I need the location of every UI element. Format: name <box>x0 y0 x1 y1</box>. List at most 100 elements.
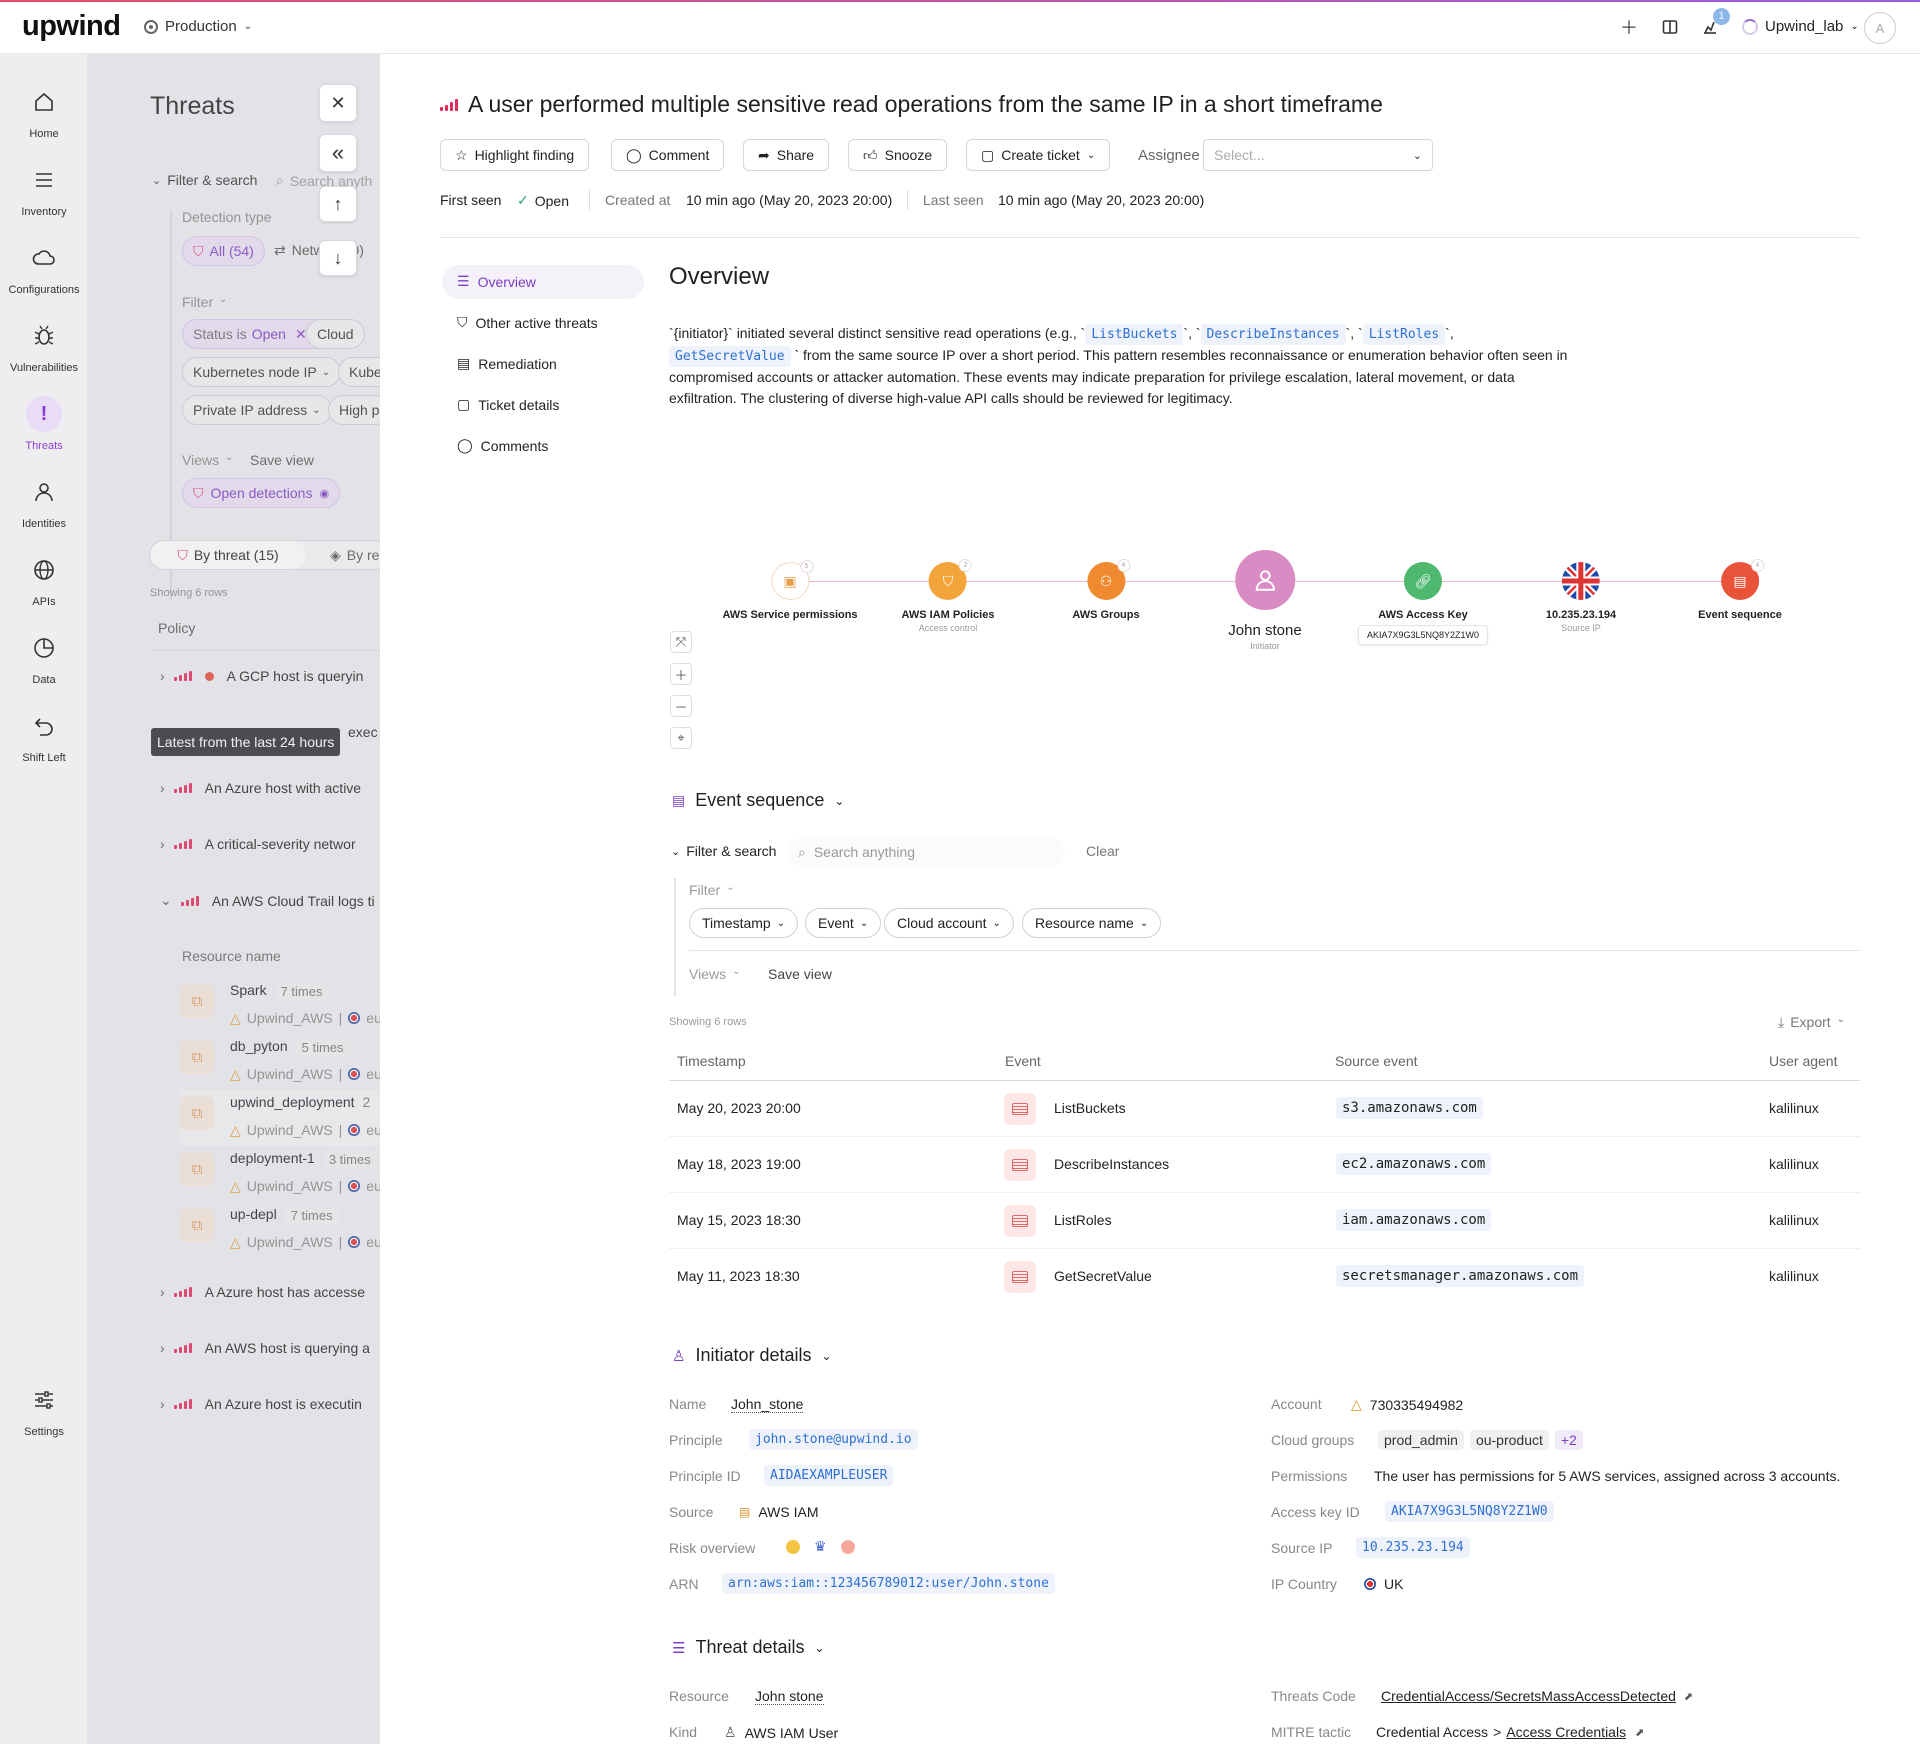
previous-button[interactable]: ↑ <box>319 186 357 222</box>
source-ip-value: 10.235.23.194 <box>1356 1537 1470 1558</box>
event-sequence-heading[interactable]: ▤ Event sequence ⌄ <box>672 790 844 811</box>
close-button[interactable]: ✕ <box>319 84 357 122</box>
principle-id-chip: AIDAEXAMPLEUSER <box>764 1465 894 1486</box>
comment-button[interactable]: ◯ Comment <box>611 139 725 171</box>
nav-threats[interactable]: ! Threats <box>0 396 88 452</box>
threat-details-heading[interactable]: ☰ Threat details ⌄ <box>672 1637 825 1658</box>
search-placeholder: Search anything <box>813 844 916 860</box>
graph-node-service-permissions[interactable]: ▣ 5 AWS Service permissions <box>722 560 858 621</box>
node-label: 10.235.23.194 <box>1545 609 1617 621</box>
create-ticket-button[interactable]: ▢ Create ticket ⌄ <box>966 139 1111 171</box>
nav-remediation[interactable]: ▤ Remediation <box>457 355 557 372</box>
nav-other-threats[interactable]: ⛉ Other active threats <box>457 314 598 331</box>
graph-node-event-sequence[interactable]: ▤ 4 Event sequence <box>1698 559 1782 621</box>
mitre-tactic-value[interactable]: Credential Access > Access Credentials ⬈ <box>1376 1724 1644 1740</box>
nav-overview[interactable]: ☰ Overview <box>457 273 536 290</box>
button-label: Share <box>776 147 815 163</box>
last-seen-value: 10 min ago (May 20, 2023 20:00) <box>998 192 1205 208</box>
center-button[interactable]: ⌖ <box>670 727 692 749</box>
nav-label: Ticket details <box>478 396 560 413</box>
node-label: John stone <box>1228 622 1302 639</box>
graph-node-initiator[interactable]: John stone Initiator <box>1228 550 1302 651</box>
desc-text: ` from the same source IP over a short p… <box>669 347 1568 406</box>
nav-home[interactable]: Home <box>0 84 88 140</box>
section-title: Initiator details <box>695 1345 812 1365</box>
divider <box>589 190 590 210</box>
collapse-button[interactable]: « <box>319 134 357 172</box>
share-button[interactable]: ➦ Share <box>743 139 830 171</box>
name-value[interactable]: John_stone <box>731 1396 804 1413</box>
threats-code-value[interactable]: CredentialAccess/SecretsMassAccessDetect… <box>1381 1688 1693 1704</box>
graph-node-source-ip[interactable]: 10.235.23.194 Source IP <box>1546 562 1616 633</box>
nav-data[interactable]: Data <box>0 630 88 686</box>
source-text: AWS IAM <box>758 1504 819 1520</box>
graph-node-aws-groups[interactable]: ⚇ 4 AWS Groups <box>1072 559 1140 621</box>
resource-name-filter-chip[interactable]: Resource name ⌄ <box>1022 908 1162 938</box>
event-save-view-button[interactable]: Save view <box>768 966 832 982</box>
code-chip: ListBuckets <box>1085 324 1184 345</box>
assignee-select[interactable]: Select... ⌄ <box>1203 139 1433 171</box>
expand-icon: ⤧ <box>675 634 687 649</box>
nav-vulnerabilities[interactable]: Vulnerabilities <box>0 318 88 374</box>
column-header-user-agent[interactable]: User agent <box>1769 1053 1837 1069</box>
add-icon[interactable]: ＋ <box>1616 14 1642 40</box>
nav-shift-left[interactable]: Shift Left <box>0 708 88 764</box>
nav-comments[interactable]: ◯ Comments <box>457 437 548 454</box>
desc-text: `, ` <box>1345 325 1363 341</box>
nav-label: Data <box>32 674 56 686</box>
environment-selector[interactable]: Production ⌄ <box>144 18 252 35</box>
ip-country-label: IP Country <box>1271 1576 1337 1592</box>
filter-text: Filter <box>689 882 721 898</box>
clear-button[interactable]: Clear <box>1086 843 1119 859</box>
graph-node-iam-policies[interactable]: ⛉ 2 AWS IAM Policies Access control <box>902 559 994 633</box>
cloud-account-filter-chip[interactable]: Cloud account ⌄ <box>884 908 1014 938</box>
table-row[interactable]: May 11, 2023 18:30 GetSecretValue secret… <box>669 1249 1860 1305</box>
timestamp-filter-chip[interactable]: Timestamp ⌄ <box>689 908 799 938</box>
risk-overview-label: Risk overview <box>669 1540 756 1556</box>
initiator-details-heading[interactable]: ♙ Initiator details ⌄ <box>672 1345 832 1366</box>
event-filter-chip[interactable]: Event ⌄ <box>805 908 882 938</box>
inventory-icon <box>26 162 62 198</box>
user-avatar[interactable]: A <box>1864 12 1896 44</box>
threat-detail-pane <box>380 54 1920 1744</box>
export-button[interactable]: ⤓ Export ⌄ <box>1778 1014 1845 1031</box>
severity-icon <box>440 98 458 111</box>
graph-node-access-key[interactable]: 🔗︎ AWS Access Key AKIA7X9G3L5NQ8Y2Z1W0 <box>1357 562 1489 645</box>
group-more-tag[interactable]: +2 <box>1554 1430 1583 1450</box>
nav-identities[interactable]: Identities <box>0 474 88 530</box>
permissions-label: Permissions <box>1271 1468 1348 1484</box>
fit-view-button[interactable]: ⤧ <box>670 631 692 653</box>
nav-ticket-details[interactable]: ▢ Ticket details <box>457 396 559 413</box>
event-filter-toggle[interactable]: ⌄ Filter & search <box>671 843 776 859</box>
nav-inventory[interactable]: Inventory <box>0 162 88 218</box>
account-selector[interactable]: Upwind_lab ⌄ <box>1742 18 1859 35</box>
person-icon <box>26 474 62 510</box>
upwind-logo[interactable]: upwind <box>22 10 121 43</box>
mitre-tactic: Credential Access <box>1376 1724 1489 1740</box>
cloud-icon <box>26 240 62 276</box>
nav-settings[interactable]: Settings <box>0 1382 88 1438</box>
zoom-out-button[interactable]: － <box>670 695 692 717</box>
nav-configurations[interactable]: Configurations <box>0 240 88 296</box>
detail-title: A user performed multiple sensitive read… <box>468 91 1383 117</box>
column-header-event[interactable]: Event <box>1005 1053 1041 1069</box>
next-button[interactable]: ↓ <box>319 240 357 276</box>
zoom-in-button[interactable]: ＋ <box>670 663 692 685</box>
event-views-dropdown[interactable]: Views ⌄ <box>689 966 740 982</box>
chip-label: Cloud account <box>897 915 987 931</box>
columns-icon[interactable] <box>1657 14 1683 40</box>
table-row[interactable]: May 18, 2023 19:00 DescribeInstances ec2… <box>669 1137 1860 1193</box>
node-label: AWS Access Key <box>1378 609 1468 621</box>
highlight-finding-button[interactable]: ☆ Highlight finding <box>440 139 590 171</box>
event-filter-label[interactable]: Filter ⌄ <box>689 882 735 898</box>
column-header-source-event[interactable]: Source event <box>1335 1053 1418 1069</box>
event-search-input[interactable]: ⌕ Search anything <box>788 837 1065 867</box>
column-header-timestamp[interactable]: Timestamp <box>677 1053 746 1069</box>
table-row[interactable]: May 20, 2023 20:00 ListBuckets s3.amazon… <box>669 1081 1860 1137</box>
nav-apis[interactable]: APIs <box>0 552 88 608</box>
resource-value[interactable]: John stone <box>755 1688 824 1705</box>
snooze-button[interactable]: 👍︎ Snooze <box>848 139 948 171</box>
nav-label: Settings <box>24 1426 64 1438</box>
permissions-value: The user has permissions for 5 AWS servi… <box>1374 1468 1841 1484</box>
table-row[interactable]: May 15, 2023 18:30 ListRoles iam.amazona… <box>669 1193 1860 1249</box>
